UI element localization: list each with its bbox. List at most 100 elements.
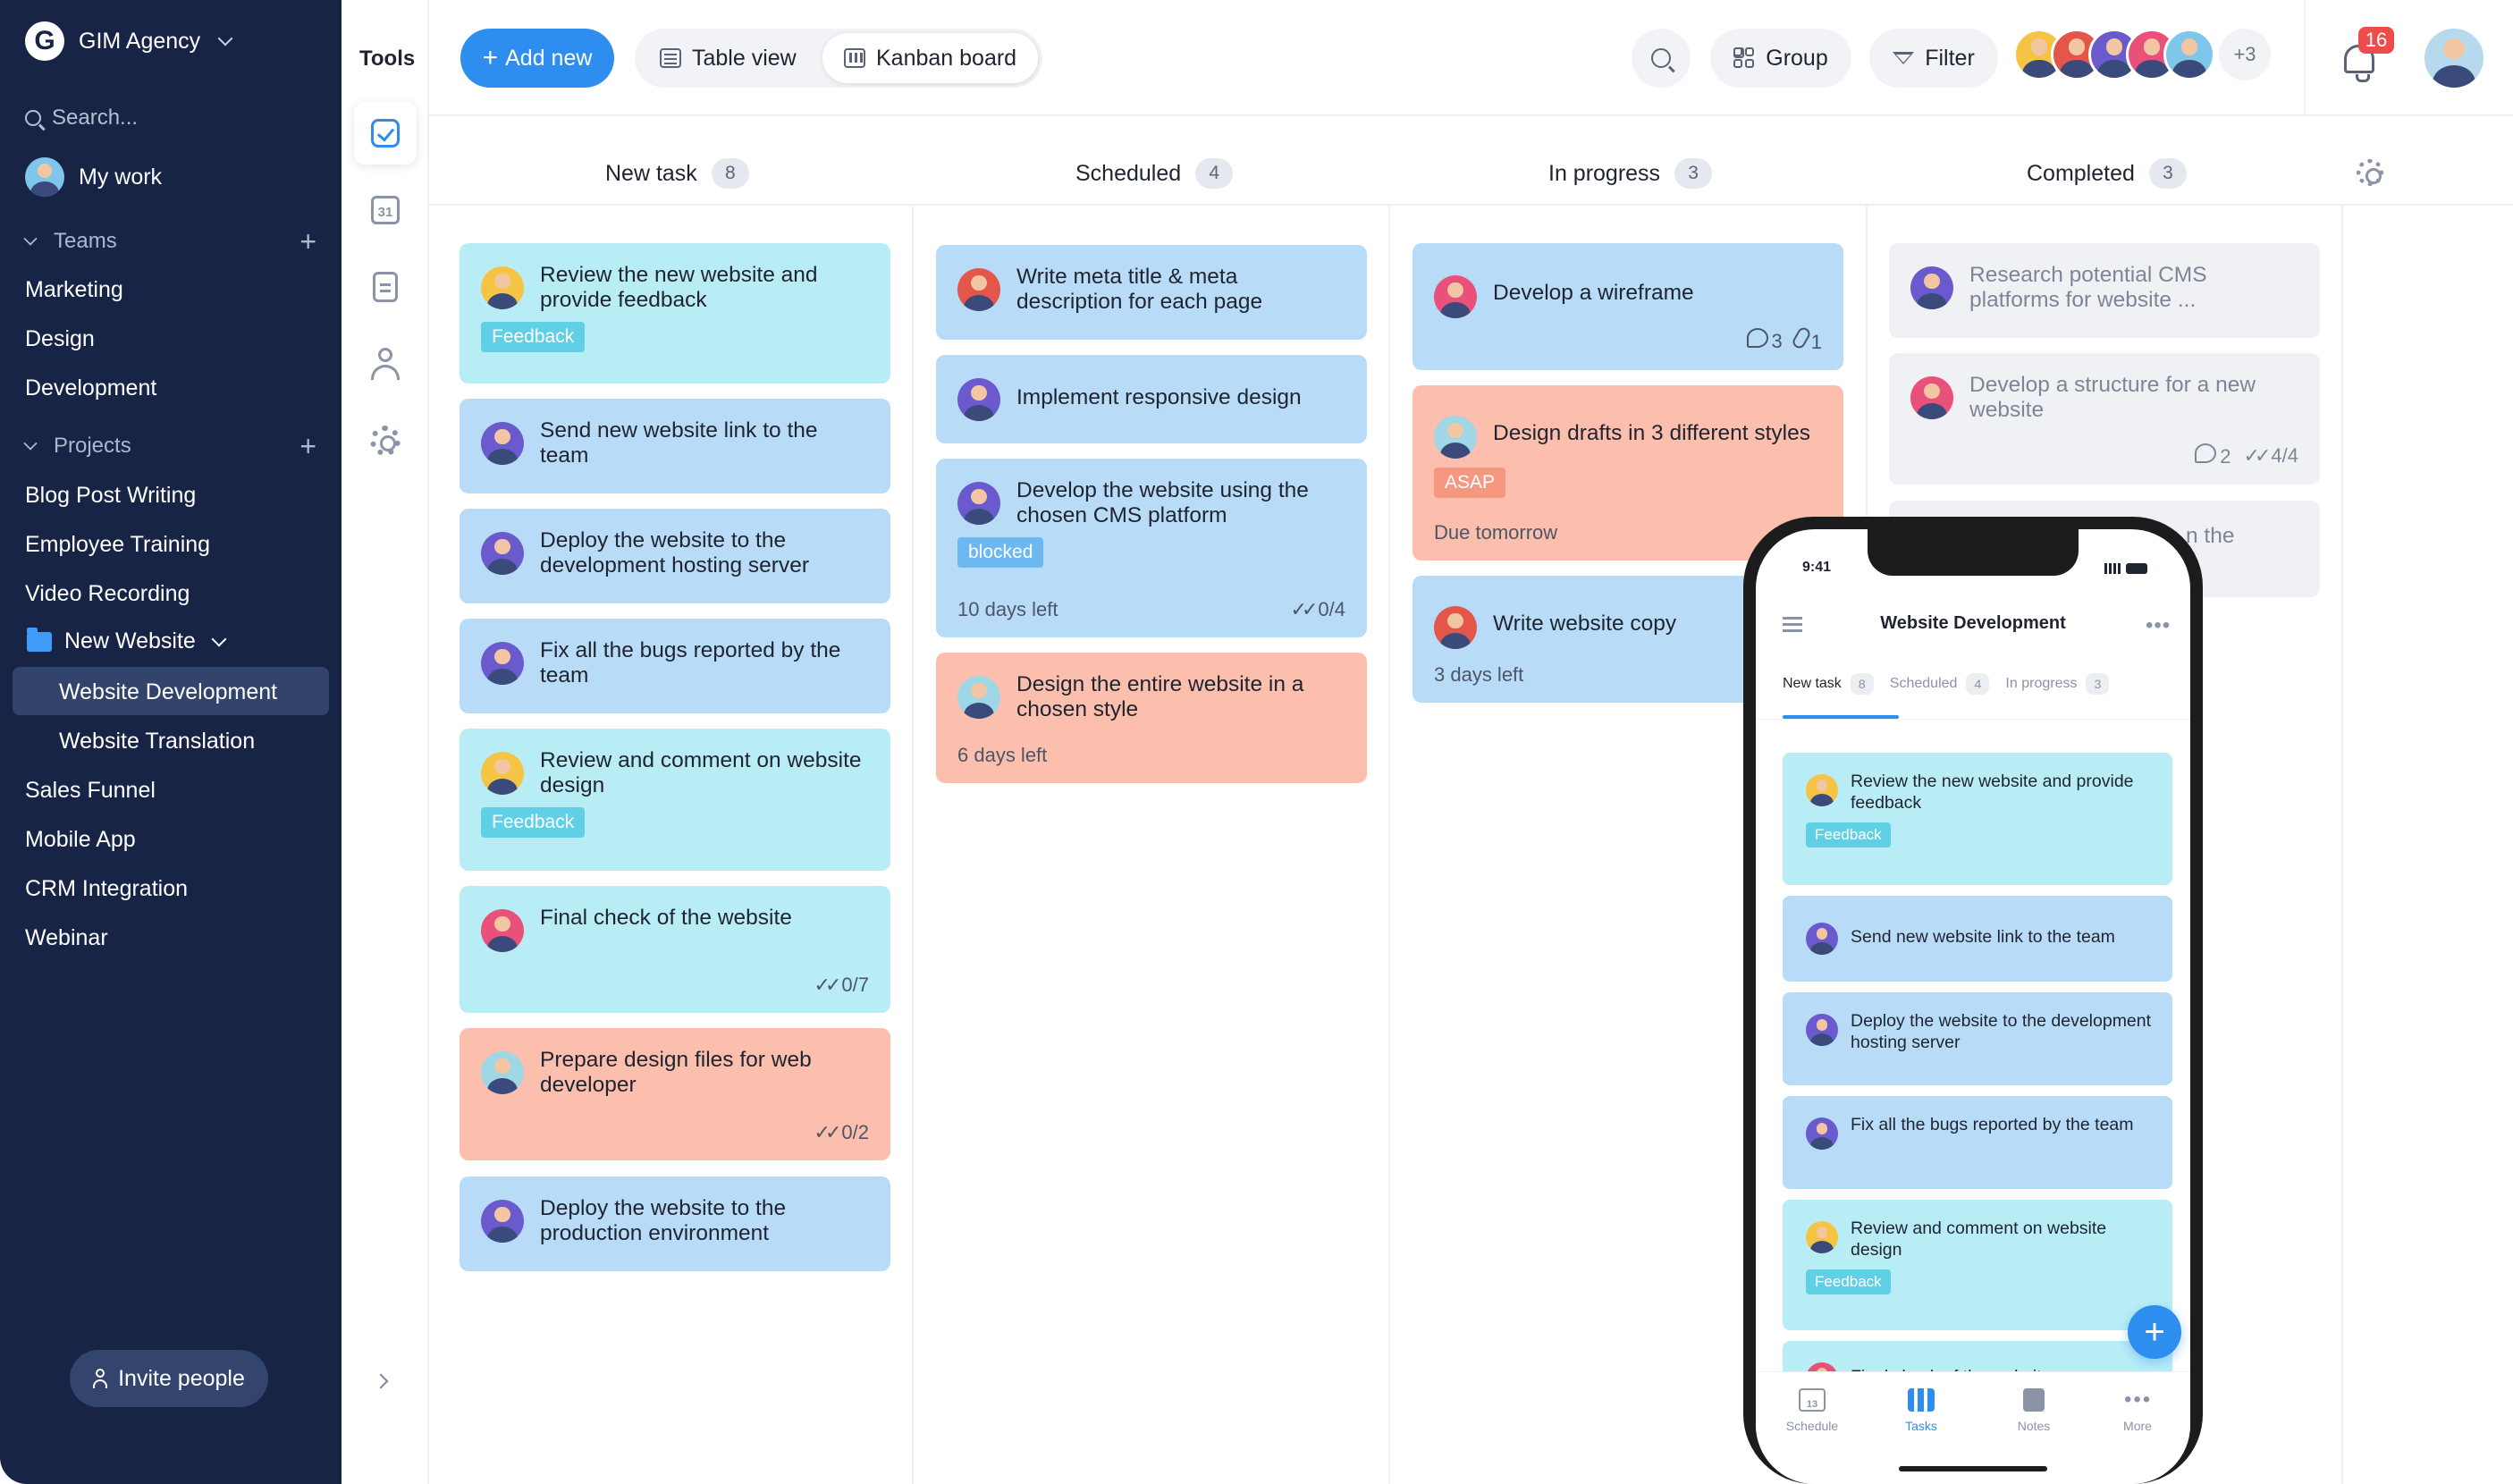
tool-settings[interactable] — [354, 409, 417, 472]
teams-section-header[interactable]: Teams + — [23, 227, 316, 256]
avatar — [957, 676, 1000, 719]
expand-rail-button[interactable] — [373, 1373, 389, 1391]
column-count: 8 — [711, 158, 749, 189]
battery-icon — [2126, 563, 2147, 574]
phone-mockup: 9:41 Website Development ••• New task 8 … — [1743, 517, 2203, 1484]
workspace-switcher[interactable]: G GIM Agency — [25, 21, 233, 61]
sidebar-item-development[interactable]: Development — [25, 375, 156, 401]
task-card[interactable]: Final check of the website ✓✓ 0/7 — [460, 886, 890, 1013]
task-card[interactable]: Deploy the website to the production env… — [460, 1176, 890, 1271]
avatar — [481, 422, 524, 465]
sidebar-item-marketing[interactable]: Marketing — [25, 277, 123, 303]
task-card[interactable]: Write meta title & meta description for … — [936, 245, 1367, 340]
sidebar-folder-new-website[interactable]: New Website — [27, 627, 227, 654]
task-card[interactable]: Implement responsive design — [936, 355, 1367, 443]
tool-tasks[interactable] — [354, 102, 417, 164]
add-project-button[interactable]: + — [299, 432, 316, 460]
team-members[interactable]: +3 — [2013, 29, 2271, 80]
task-card[interactable]: Review and comment on website design Fee… — [460, 729, 890, 871]
column-header-completed: Completed 3 — [2027, 156, 2187, 191]
invite-people-button[interactable]: Invite people — [70, 1350, 268, 1407]
tab-table-view[interactable]: Table view — [638, 33, 818, 83]
plus-icon: + — [482, 43, 499, 72]
search-button[interactable] — [1632, 29, 1691, 88]
avatar — [481, 752, 524, 795]
filter-button[interactable]: Filter — [1869, 29, 1998, 88]
add-team-button[interactable]: + — [299, 227, 316, 256]
sidebar-item-website-development[interactable]: Website Development — [59, 679, 277, 705]
due-text: 3 days left — [1434, 663, 1524, 686]
board-settings-button[interactable] — [2355, 157, 2385, 188]
nav-more[interactable]: ••• More — [2097, 1387, 2178, 1434]
task-card[interactable]: Send new website link to the team — [460, 399, 890, 493]
phone-tabs: New task 8 Scheduled 4 In progress 3 — [1783, 669, 2110, 699]
phone-tab-new-task[interactable]: New task 8 — [1783, 673, 1874, 695]
tool-calendar[interactable]: 31 — [354, 179, 417, 241]
sidebar-search[interactable]: Search... — [25, 105, 138, 131]
group-button[interactable]: Group — [1710, 29, 1851, 88]
divider — [1388, 206, 1390, 1484]
gear-icon — [370, 426, 401, 456]
more-icon: ••• — [2124, 1387, 2153, 1412]
task-card[interactable]: Deploy the website to the development ho… — [460, 509, 890, 603]
filter-icon — [1893, 52, 1915, 64]
task-card[interactable]: Research potential CMS platforms for web… — [1889, 243, 2320, 338]
folder-icon — [27, 627, 52, 652]
double-check-icon: ✓✓ — [814, 1121, 842, 1143]
task-card[interactable]: Send new website link to the team — [1783, 896, 2172, 982]
sidebar-item-mobile-app[interactable]: Mobile App — [25, 827, 136, 853]
paperclip-icon — [1790, 325, 1812, 350]
sidebar-item-webinar[interactable]: Webinar — [25, 925, 108, 951]
task-title: Write website copy — [1493, 611, 1677, 636]
task-card[interactable]: Fix all the bugs reported by the team — [460, 619, 890, 713]
column-count: 3 — [1674, 158, 1713, 189]
task-card[interactable]: Design the entire website in a chosen st… — [936, 653, 1367, 783]
sidebar-item-crm-integration[interactable]: CRM Integration — [25, 876, 188, 902]
double-check-icon: ✓✓ — [2243, 444, 2272, 467]
home-indicator — [1899, 1466, 2047, 1471]
avatar[interactable] — [2163, 29, 2215, 80]
add-task-fab[interactable]: + — [2128, 1305, 2181, 1359]
phone-tab-in-progress[interactable]: In progress 3 — [2005, 673, 2110, 695]
sidebar-item-video-recording[interactable]: Video Recording — [25, 581, 190, 607]
tab-label: Kanban board — [876, 45, 1017, 71]
nav-schedule[interactable]: 13 Schedule — [1772, 1388, 1852, 1433]
nav-label: Notes — [2017, 1419, 2051, 1433]
task-card[interactable]: Review the new website and provide feedb… — [1783, 753, 2172, 885]
task-card[interactable]: Review and comment on website design Fee… — [1783, 1200, 2172, 1330]
task-card[interactable]: Develop a wireframe 3 1 — [1413, 243, 1843, 370]
sidebar-item-design[interactable]: Design — [25, 326, 95, 352]
current-user-avatar[interactable] — [2424, 29, 2483, 88]
phone-page-title: Website Development — [1880, 613, 2066, 633]
more-options-icon[interactable]: ••• — [2146, 613, 2171, 638]
avatar — [481, 1200, 524, 1243]
sidebar-item-sales-funnel[interactable]: Sales Funnel — [25, 778, 156, 804]
task-card[interactable]: Prepare design files for web developer ✓… — [460, 1028, 890, 1160]
tab-count: 8 — [1850, 673, 1874, 695]
task-card[interactable]: Deploy the website to the development ho… — [1783, 992, 2172, 1085]
task-card[interactable]: Develop a structure for a new website 2 … — [1889, 353, 2320, 485]
more-members-count[interactable]: +3 — [2219, 29, 2271, 80]
task-title: Implement responsive design — [1016, 385, 1302, 409]
divider — [912, 206, 914, 1484]
task-card[interactable]: Develop the website using the chosen CMS… — [936, 459, 1367, 637]
task-card[interactable]: Review the new website and provide feedb… — [460, 243, 890, 384]
sidebar-item-employee-training[interactable]: Employee Training — [25, 532, 210, 558]
comment-icon — [2195, 443, 2217, 463]
sidebar-item-blog-post-writing[interactable]: Blog Post Writing — [25, 483, 196, 509]
add-new-button[interactable]: + Add new — [460, 29, 614, 88]
sidebar-item-website-translation[interactable]: Website Translation — [59, 729, 255, 755]
task-card[interactable]: Fix all the bugs reported by the team — [1783, 1096, 2172, 1189]
phone-tab-scheduled[interactable]: Scheduled 4 — [1890, 673, 1990, 695]
notes-icon — [2023, 1388, 2045, 1412]
group-label: Group — [1766, 45, 1828, 71]
tool-people[interactable] — [354, 333, 417, 395]
tool-notes[interactable] — [354, 256, 417, 318]
projects-section-header[interactable]: Projects + — [23, 432, 316, 460]
view-switcher: Table view Kanban board — [635, 29, 1042, 88]
tab-kanban-board[interactable]: Kanban board — [822, 33, 1039, 83]
sidebar-item-my-work[interactable]: My work — [25, 157, 162, 197]
nav-tasks[interactable]: Tasks — [1881, 1388, 1961, 1433]
nav-notes[interactable]: Notes — [1994, 1388, 2074, 1433]
nav-label: More — [2123, 1419, 2152, 1433]
